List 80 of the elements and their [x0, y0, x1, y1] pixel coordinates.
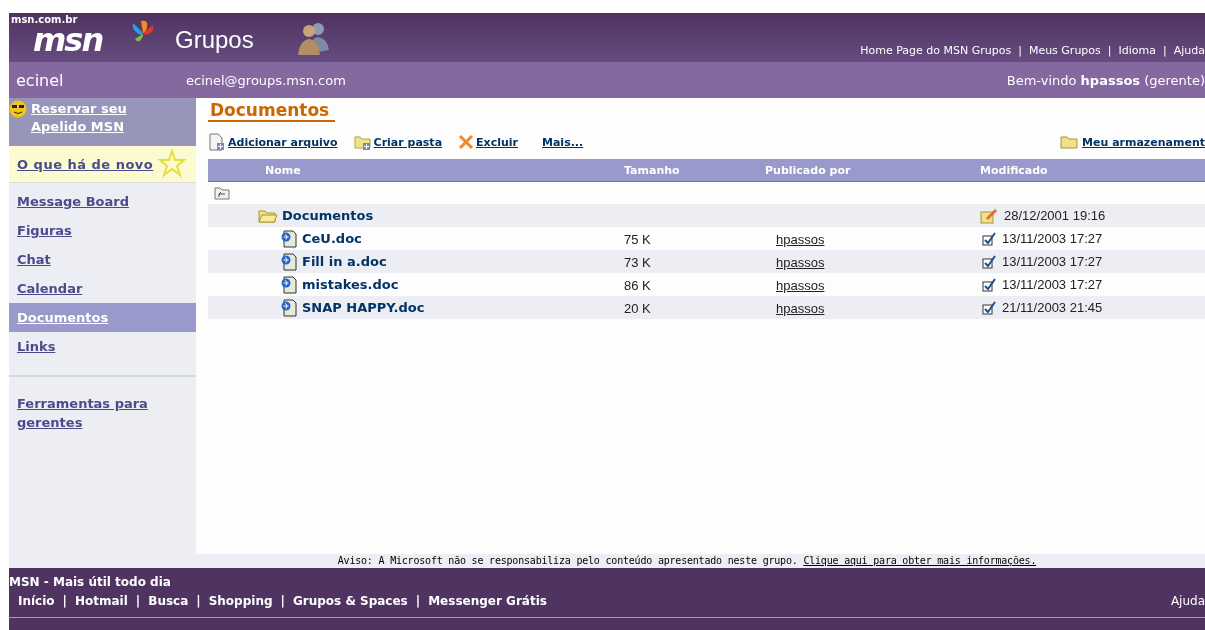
checkmark-icon — [982, 300, 996, 315]
sidebar-item[interactable]: Chat — [9, 245, 196, 274]
file-name[interactable]: SNAP HAPPY.doc — [302, 300, 425, 315]
delete-icon — [458, 134, 475, 150]
footer-link[interactable]: Hotmail — [75, 594, 128, 608]
domain-text: msn.com.br — [11, 14, 79, 26]
nav-link[interactable]: Ajuda — [1173, 44, 1205, 57]
date-cell: 13/11/2003 17:27 — [1002, 254, 1103, 269]
file-name[interactable]: mistakes.doc — [302, 277, 399, 292]
separator: | — [1107, 44, 1112, 57]
separator: | — [62, 594, 67, 608]
sidebar-item[interactable]: Links — [9, 332, 196, 361]
author-link[interactable]: hpassos — [765, 301, 825, 316]
help-link[interactable]: Ajuda — [1170, 594, 1205, 608]
document-icon — [280, 252, 298, 271]
date-cell: 13/11/2003 17:27 — [1002, 231, 1103, 246]
folder-icon — [1060, 135, 1081, 149]
separator: | — [1018, 44, 1022, 57]
sidebar-item[interactable]: Figuras — [9, 216, 196, 245]
separator: | — [196, 594, 201, 608]
checkmark-icon — [982, 254, 996, 269]
page-title: Documentos — [208, 100, 336, 122]
sidebar-item[interactable]: Ferramentas para gerentes — [9, 389, 165, 437]
notice-text: Aviso: A Microsoft não se responsabiliza pelo conteúdo apresentado neste grupo. Clique aqui para obter mais informações. — [337, 554, 1037, 568]
footer-link[interactable]: Messenger Grátis — [428, 594, 547, 608]
nav-link[interactable]: Home Page do MSN Grupos — [860, 44, 1012, 57]
separator: | — [415, 594, 421, 608]
logo-text: msn — [33, 26, 104, 54]
document-icon — [280, 298, 298, 317]
toolbar-link[interactable]: Adicionar arquivo — [208, 133, 338, 151]
date-cell: 28/12/2001 19:16 — [1004, 208, 1106, 223]
footer-link[interactable]: Shopping — [208, 594, 273, 608]
nav-link[interactable]: Idioma — [1118, 44, 1156, 57]
column-header: Tamanho — [624, 163, 681, 177]
toolbar-link[interactable]: Excluir — [458, 134, 518, 150]
folder-add-icon — [353, 133, 372, 151]
footer-link[interactable]: Busca — [148, 594, 189, 608]
separator: | — [135, 594, 141, 608]
column-header: Modificado — [980, 163, 1049, 177]
tagline: MSN - Mais útil todo dia — [9, 575, 171, 589]
file-name[interactable]: CeU.doc — [302, 231, 362, 246]
site-title: Grupos — [175, 25, 254, 54]
folder-name[interactable]: Documentos — [282, 208, 374, 223]
author-link[interactable]: hpassos — [765, 232, 825, 247]
file-name[interactable]: Fill in a.doc — [302, 254, 387, 269]
footer-link[interactable]: Grupos & Spaces — [292, 594, 408, 608]
date-cell: 21/11/2003 21:45 — [1002, 300, 1103, 315]
author-link[interactable]: hpassos — [765, 278, 825, 293]
nav-link[interactable]: Meus Grupos — [1028, 44, 1101, 57]
size-cell: 20 K — [624, 301, 651, 316]
separator: | — [1163, 44, 1167, 57]
info-link[interactable]: Clique aqui para obter mais informações. — [803, 555, 1037, 566]
separator: | — [280, 594, 285, 608]
edit-icon — [980, 207, 998, 224]
sidebar-item[interactable]: Message Board — [9, 187, 196, 216]
star-icon — [157, 149, 188, 179]
storage-link[interactable]: Meu armazenament — [1060, 135, 1205, 149]
author-link[interactable]: hpassos — [765, 255, 825, 270]
sidebar-item[interactable]: Calendar — [9, 274, 196, 303]
document-icon — [280, 229, 298, 248]
footer-link[interactable]: Início — [18, 594, 55, 608]
date-cell: 13/11/2003 17:27 — [1002, 277, 1103, 292]
size-cell: 73 K — [624, 255, 651, 270]
group-email: ecinel@groups.msn.com — [186, 72, 346, 88]
group-name: ecinel — [15, 70, 65, 90]
column-header: Publicado por — [765, 163, 852, 177]
open-folder-icon — [258, 208, 278, 223]
document-icon — [280, 275, 298, 294]
size-cell: 75 K — [624, 232, 651, 247]
checkmark-icon — [982, 277, 996, 292]
toolbar-link[interactable]: Mais... — [542, 135, 584, 149]
news-link[interactable]: O que há de novo — [17, 156, 154, 172]
smiley-icon — [9, 100, 27, 118]
checkmark-icon — [982, 231, 996, 246]
welcome-text: Bem-vindo hpassos (gerente) — [1006, 72, 1205, 88]
document-add-icon — [208, 133, 226, 151]
column-header: Nome — [264, 163, 302, 177]
size-cell: 86 K — [624, 278, 651, 293]
toolbar-link[interactable]: Criar pasta — [353, 133, 443, 151]
folder-up-icon[interactable] — [214, 186, 230, 200]
